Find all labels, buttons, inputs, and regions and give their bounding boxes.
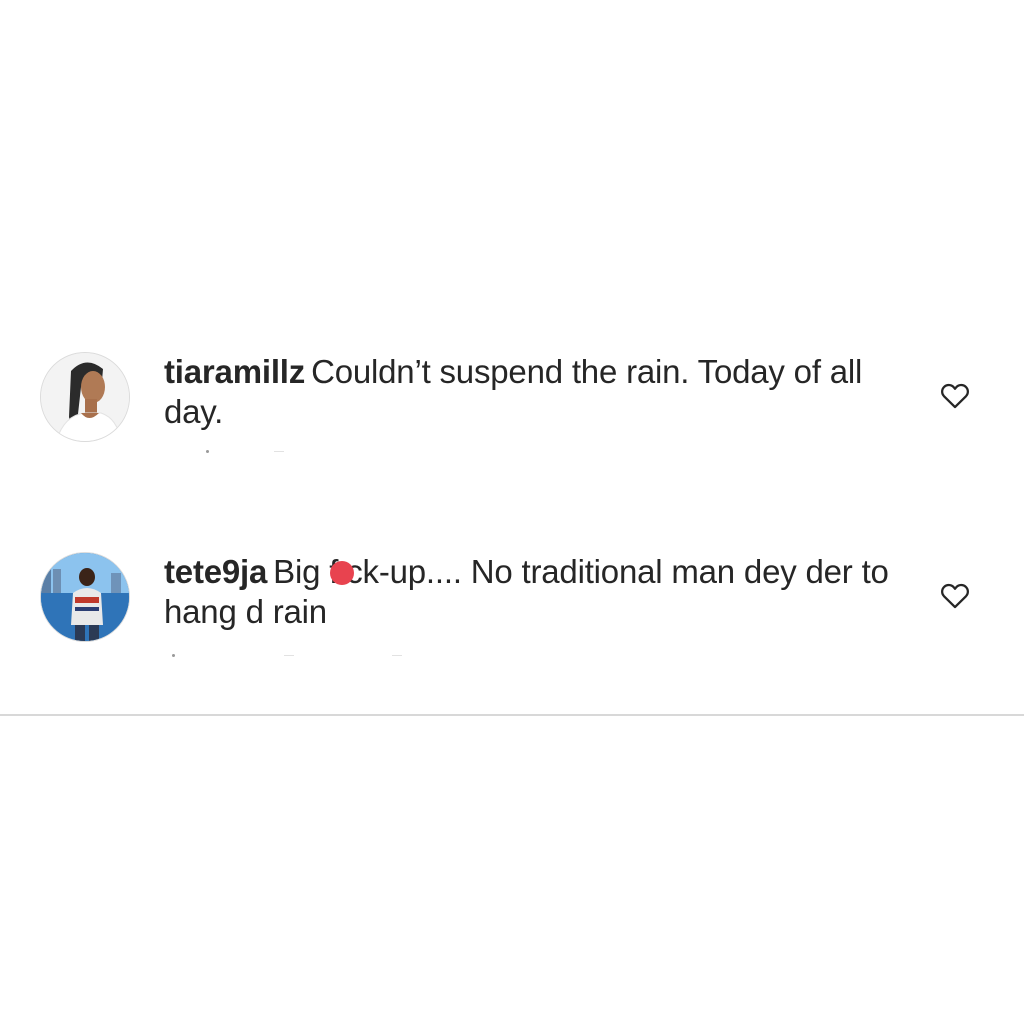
- meta-dash: [284, 655, 294, 656]
- heart-outline-icon[interactable]: [938, 378, 972, 412]
- comment-username[interactable]: tiaramillz: [164, 353, 305, 390]
- meta-dot: [172, 654, 175, 657]
- avatar[interactable]: [40, 352, 130, 442]
- avatar[interactable]: [40, 552, 130, 642]
- comment-username[interactable]: tete9ja: [164, 553, 267, 590]
- meta-dash: [392, 655, 402, 656]
- comments-screenshot: tiaramillz Couldn’t suspend the rain. Tod…: [0, 0, 1024, 1024]
- meta-dot: [206, 450, 209, 453]
- comment-body-before: Big f: [273, 553, 339, 590]
- comment-text: tiaramillz Couldn’t suspend the rain. Tod…: [164, 352, 909, 432]
- comment-text: tete9ja Big f ck-up.... No traditional man…: [164, 552, 909, 632]
- heart-outline-icon[interactable]: [938, 578, 972, 612]
- avatar-photo: [41, 553, 129, 641]
- avatar-photo: [41, 353, 129, 441]
- divider: [0, 714, 1024, 716]
- meta-dash: [274, 451, 284, 452]
